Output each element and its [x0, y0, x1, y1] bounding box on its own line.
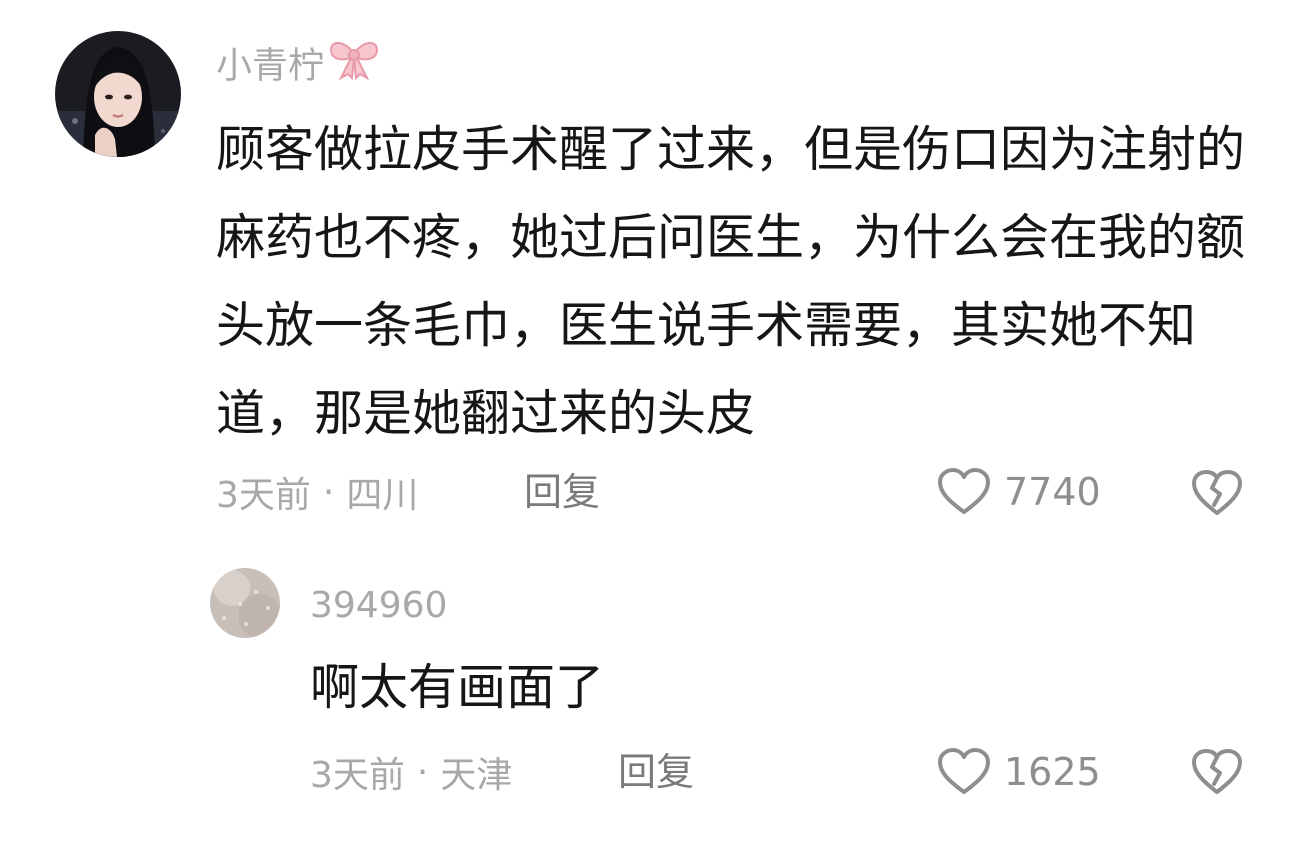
broken-heart-icon	[1190, 748, 1244, 796]
like-count: 7740	[1004, 470, 1101, 514]
like-button[interactable]: 7740	[936, 466, 1101, 518]
comment-meta: 3天前 · 天津	[310, 746, 512, 798]
heart-outline-icon	[936, 467, 992, 517]
username-text: 小青柠	[216, 45, 325, 87]
comment-username[interactable]: 394960	[310, 580, 447, 632]
dislike-button[interactable]	[1190, 469, 1244, 517]
comment-meta: 3天前 · 四川	[216, 466, 418, 518]
comment-time: 3天前	[216, 475, 311, 516]
like-count: 1625	[1004, 750, 1101, 794]
heart-outline-icon	[936, 747, 992, 797]
broken-heart-icon	[1190, 469, 1244, 517]
reply-button[interactable]: 回复	[618, 746, 694, 798]
comment-username[interactable]: 小青柠	[216, 38, 381, 90]
comment-text: 啊太有画面了	[310, 659, 605, 716]
reply-button[interactable]: 回复	[524, 466, 600, 518]
bow-emoji-icon	[327, 36, 381, 95]
comment-location: 天津	[440, 755, 513, 796]
like-button[interactable]: 1625	[936, 746, 1101, 798]
dislike-button[interactable]	[1190, 748, 1244, 796]
comment-time: 3天前	[310, 755, 405, 796]
comment-location: 四川	[346, 475, 419, 516]
meta-separator: ·	[322, 471, 335, 513]
avatar[interactable]	[210, 568, 280, 638]
avatar[interactable]	[55, 31, 181, 157]
comment-text: 顾客做拉皮手术醒了过来，但是伤口因为注射的麻药也不疼，她过后问医生，为什么会在我…	[216, 121, 1246, 442]
meta-separator: ·	[416, 751, 429, 793]
